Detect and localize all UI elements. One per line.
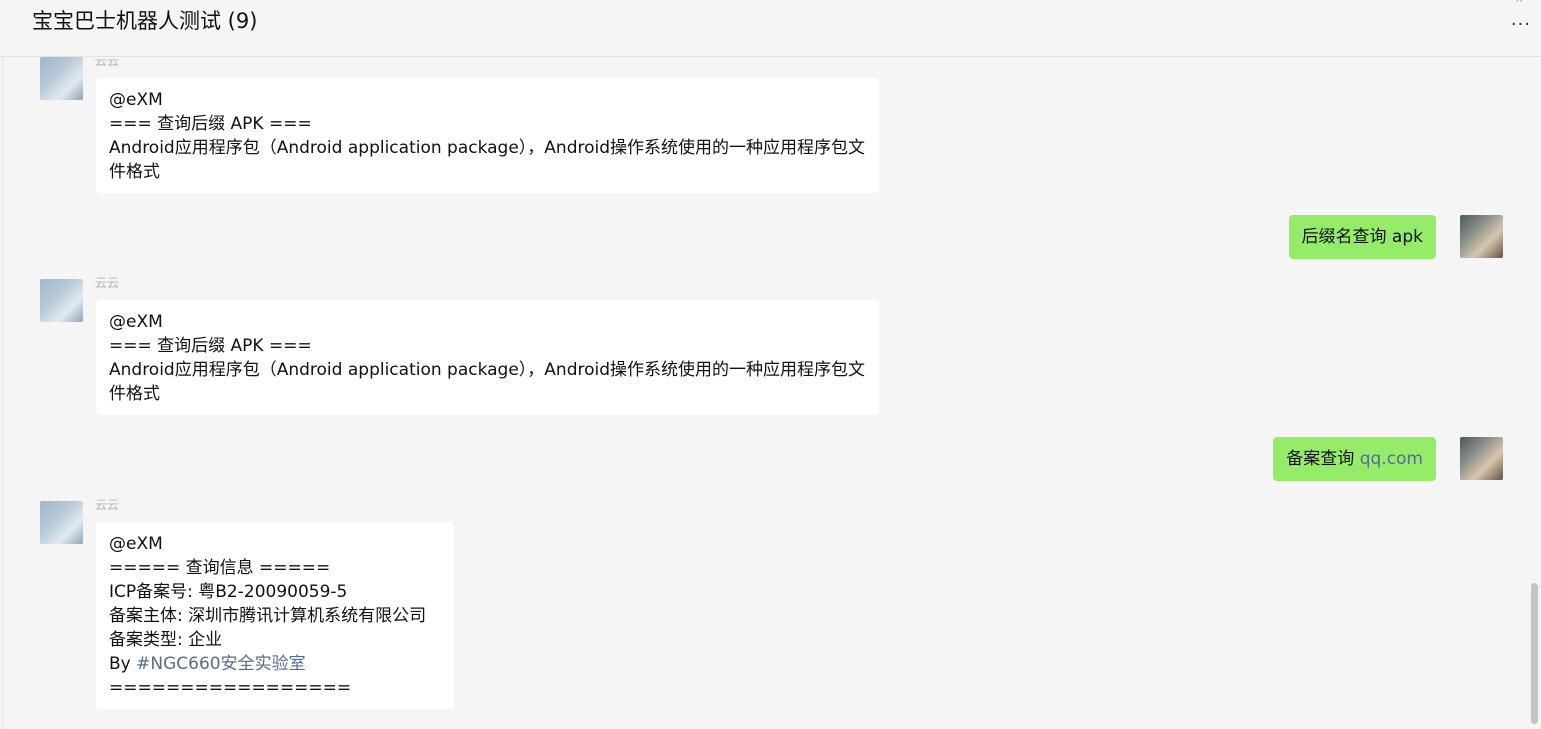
sender-name: 云云	[95, 498, 120, 512]
avatar[interactable]	[1460, 437, 1503, 480]
window-control-icon[interactable]: -	[1470, 0, 1480, 5]
sender-name: 云云	[95, 276, 120, 290]
chat-header: 宝宝巴士机器人测试 (9) ˇ - × ···	[0, 0, 1541, 57]
message-line: === 查询后缀 APK ===	[109, 114, 312, 134]
message-line: 备案主体: 深圳市腾讯计算机系统有限公司	[109, 606, 427, 626]
message-line: =================	[109, 678, 352, 698]
message-link[interactable]: qq.com	[1360, 449, 1423, 469]
more-options-icon[interactable]: ···	[1511, 14, 1531, 35]
message-text: 备案查询	[1286, 449, 1360, 469]
sender-name: 云云	[95, 57, 120, 68]
message-bubble[interactable]: @eXM ===== 查询信息 ===== ICP备案号: 粤B2-200900…	[96, 522, 454, 709]
message-line: Android应用程序包（Android application package…	[109, 138, 866, 182]
window-control-icon[interactable]: ×	[1515, 0, 1525, 5]
message-bubble-sent[interactable]: 后缀名查询 apk	[1288, 215, 1436, 259]
hashtag-link[interactable]: #NGC660安全实验室	[136, 654, 305, 674]
message-list[interactable]: 云云 @eXM === 查询后缀 APK === Android应用程序包（An…	[0, 57, 1530, 729]
message-line: @eXM	[109, 534, 163, 554]
chat-title: 宝宝巴士机器人测试 (9)	[32, 9, 258, 33]
avatar[interactable]	[40, 57, 83, 100]
avatar[interactable]	[1460, 215, 1503, 258]
avatar[interactable]	[40, 501, 83, 544]
message-text: By	[109, 654, 137, 674]
message-bubble-sent[interactable]: 备案查询 qq.com	[1273, 437, 1436, 481]
message-line: @eXM	[109, 312, 163, 332]
message-line: @eXM	[109, 90, 163, 110]
message-line: === 查询后缀 APK ===	[109, 336, 312, 356]
message-line: By #NGC660安全实验室	[109, 652, 442, 676]
message-bubble[interactable]: @eXM === 查询后缀 APK === Android应用程序包（Andro…	[96, 78, 879, 193]
message-line: ===== 查询信息 =====	[109, 558, 331, 578]
message-bubble[interactable]: @eXM === 查询后缀 APK === Android应用程序包（Andro…	[96, 300, 879, 415]
avatar[interactable]	[40, 279, 83, 322]
scrollbar-thumb[interactable]	[1531, 583, 1538, 724]
message-line: ICP备案号: 粤B2-20090059-5	[109, 582, 348, 602]
window-control-icon[interactable]: ˇ	[1395, 0, 1405, 5]
message-line: 备案类型: 企业	[109, 630, 223, 650]
message-line: Android应用程序包（Android application package…	[109, 360, 866, 404]
